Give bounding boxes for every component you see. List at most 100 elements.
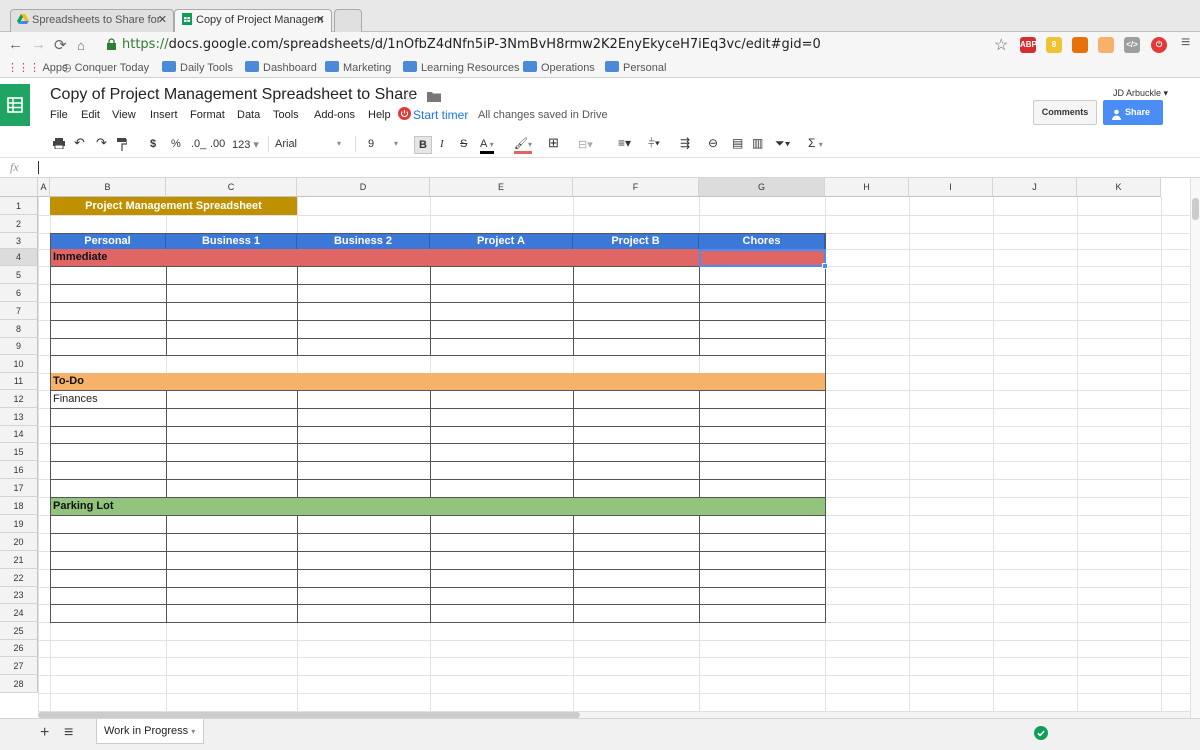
bookmark-apps[interactable]: ⋮⋮⋮ Apps: [7, 61, 68, 74]
table-cell[interactable]: [573, 551, 700, 570]
table-cell[interactable]: [297, 320, 431, 339]
row-header-6[interactable]: 6: [0, 284, 38, 302]
column-header-c[interactable]: C: [166, 178, 297, 197]
table-cell[interactable]: [166, 302, 298, 321]
merge-cells-icon[interactable]: ⊟▾: [578, 138, 593, 151]
table-cell[interactable]: [166, 604, 298, 623]
font-size-dropdown[interactable]: 9 ▾: [355, 136, 405, 152]
font-family-dropdown[interactable]: Arial ▾: [268, 136, 348, 152]
functions-button[interactable]: Σ ▾: [808, 136, 823, 150]
table-cell[interactable]: [430, 587, 574, 605]
section-parking-lot[interactable]: Parking Lot: [50, 497, 825, 515]
table-cell[interactable]: [573, 426, 700, 444]
row-header-11[interactable]: 11: [0, 373, 38, 390]
table-cell[interactable]: [166, 320, 298, 339]
table-cell[interactable]: [50, 338, 167, 356]
document-title[interactable]: Copy of Project Management Spreadsheet t…: [50, 86, 417, 104]
row-header-17[interactable]: 17: [0, 479, 38, 497]
fill-color-button[interactable]: 🖌▾: [514, 138, 532, 154]
row-header-2[interactable]: 2: [0, 215, 38, 233]
vertical-scrollbar[interactable]: [1190, 178, 1200, 718]
table-cell[interactable]: [166, 479, 298, 498]
table-cell[interactable]: [50, 284, 167, 303]
table-cell[interactable]: [297, 587, 431, 605]
table-cell[interactable]: [166, 515, 298, 534]
menu-help[interactable]: Help: [368, 109, 391, 121]
adblock-plus-icon[interactable]: ABP: [1020, 37, 1037, 53]
percent-format-button[interactable]: %: [171, 138, 181, 150]
column-header-g[interactable]: G: [699, 178, 825, 197]
table-cell[interactable]: [430, 390, 574, 409]
comments-button[interactable]: Comments: [1033, 100, 1097, 125]
column-header-h[interactable]: H: [825, 178, 909, 197]
row-header-12[interactable]: 12: [0, 390, 38, 408]
row-header-27[interactable]: 27: [0, 657, 38, 675]
column-header-a[interactable]: A: [38, 178, 50, 197]
table-cell[interactable]: [699, 479, 826, 498]
row-header-7[interactable]: 7: [0, 302, 38, 320]
row-header-19[interactable]: 19: [0, 515, 38, 533]
bookmark-operations[interactable]: Operations: [523, 61, 595, 74]
row-header-22[interactable]: 22: [0, 569, 38, 587]
table-cell[interactable]: [699, 284, 826, 303]
close-tab-icon[interactable]: ✕: [316, 13, 325, 26]
table-cell[interactable]: [430, 533, 574, 552]
row-header-26[interactable]: 26: [0, 640, 38, 657]
table-cell[interactable]: [297, 390, 431, 409]
table-cell[interactable]: [699, 461, 826, 480]
extension-icon[interactable]: [1098, 37, 1114, 53]
column-header-i[interactable]: I: [909, 178, 993, 197]
table-cell[interactable]: [50, 302, 167, 321]
row-header-9[interactable]: 9: [0, 338, 38, 355]
table-cell[interactable]: [297, 338, 431, 356]
print-icon[interactable]: [53, 138, 65, 152]
column-heading-personal[interactable]: Personal: [50, 233, 166, 249]
table-cell[interactable]: [166, 284, 298, 303]
browser-tab-spreadsheets[interactable]: Spreadsheets to Share for ✕: [10, 9, 174, 32]
table-cell[interactable]: [50, 515, 167, 534]
bookmark-star-icon[interactable]: ☆: [994, 35, 1008, 55]
row-header-3[interactable]: 3: [0, 233, 38, 249]
text-color-button[interactable]: A ▾: [480, 138, 494, 154]
table-cell[interactable]: [573, 479, 700, 498]
menu-view[interactable]: View: [112, 109, 136, 121]
sheet-title-banner[interactable]: Project Management Spreadsheet: [50, 197, 297, 215]
column-header-j[interactable]: J: [993, 178, 1077, 197]
table-cell[interactable]: [430, 266, 574, 285]
formula-input[interactable]: [44, 161, 1144, 175]
text-wrap-icon[interactable]: ⇶: [680, 136, 690, 150]
table-cell[interactable]: [297, 551, 431, 570]
sheets-logo-icon[interactable]: [0, 84, 30, 126]
table-cell[interactable]: [573, 302, 700, 321]
table-cell[interactable]: [699, 338, 826, 356]
menu-insert[interactable]: Insert: [150, 109, 178, 121]
code-icon[interactable]: </>: [1124, 37, 1140, 53]
bookmark-dashboard[interactable]: Dashboard: [245, 61, 317, 74]
table-cell[interactable]: [430, 320, 574, 339]
table-cell[interactable]: [430, 515, 574, 534]
row-header-15[interactable]: 15: [0, 443, 38, 461]
row-header-25[interactable]: 25: [0, 622, 38, 640]
column-header-b[interactable]: B: [50, 178, 166, 197]
table-cell[interactable]: [573, 443, 700, 462]
table-cell[interactable]: [573, 284, 700, 303]
table-cell[interactable]: [699, 302, 826, 321]
table-cell[interactable]: [430, 569, 574, 588]
borders-icon[interactable]: ⊞: [548, 135, 559, 151]
table-cell[interactable]: [699, 515, 826, 534]
filter-icon[interactable]: ⏷▾: [775, 136, 790, 151]
table-cell[interactable]: [166, 390, 298, 409]
table-cell[interactable]: [573, 604, 700, 623]
folder-icon[interactable]: [427, 91, 441, 105]
table-cell[interactable]: [430, 284, 574, 303]
table-cell[interactable]: [166, 426, 298, 444]
table-cell[interactable]: [573, 533, 700, 552]
table-cell[interactable]: [297, 426, 431, 444]
table-cell[interactable]: [573, 266, 700, 285]
table-cell[interactable]: [297, 569, 431, 588]
table-cell[interactable]: [297, 533, 431, 552]
table-cell[interactable]: [297, 461, 431, 480]
menu-add-ons[interactable]: Add-ons: [314, 109, 355, 121]
table-cell[interactable]: [166, 533, 298, 552]
table-cell[interactable]: [430, 302, 574, 321]
